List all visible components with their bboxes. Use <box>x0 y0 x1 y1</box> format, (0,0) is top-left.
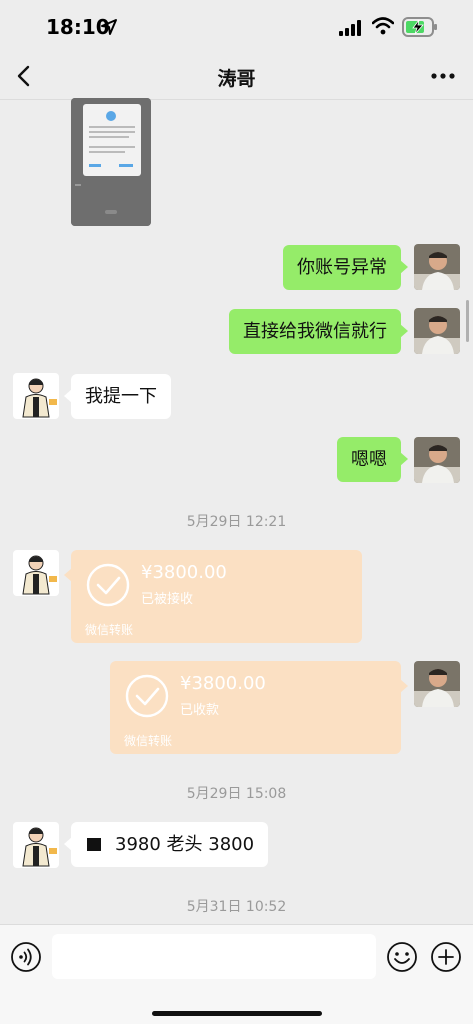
avatar-contact[interactable] <box>13 373 59 419</box>
avatar-cartoon-icon <box>13 373 59 419</box>
screenshot-thumbnail <box>71 98 151 226</box>
message-text: 3980 老头 3800 <box>115 834 255 855</box>
emoji-icon[interactable] <box>386 941 418 973</box>
transfer-status: 已收款 <box>180 703 220 718</box>
avatar-self[interactable] <box>414 437 460 483</box>
avatar-photo-icon <box>414 244 460 290</box>
chat-title: 涛哥 <box>217 68 256 90</box>
redaction-mark <box>87 838 101 851</box>
transfer-amount: ¥3800.00 <box>180 673 266 694</box>
message-bubble-received[interactable]: 我提一下 <box>64 374 171 419</box>
transfer-card[interactable]: ¥3800.00 已被接收 微信转账 <box>64 550 362 643</box>
image-message[interactable] <box>71 98 151 226</box>
timestamp: 5月29日 12:21 <box>186 514 287 530</box>
transfer-status: 已被接收 <box>141 592 194 607</box>
avatar-contact[interactable] <box>13 550 59 596</box>
check-circle-icon <box>125 674 169 718</box>
timestamp: 5月29日 15:08 <box>186 786 287 802</box>
cellular-signal-icon <box>339 20 361 36</box>
message-bubble-sent[interactable]: 嗯嗯 <box>337 437 408 482</box>
status-bar: 18:10 <box>0 0 473 56</box>
message-bubble-sent[interactable]: 直接给我微信就行 <box>229 309 408 354</box>
transfer-amount: ¥3800.00 <box>141 562 227 583</box>
check-circle-icon <box>86 563 130 607</box>
battery-charging-icon <box>402 17 437 37</box>
transfer-label: 微信转账 <box>124 734 173 748</box>
avatar-cartoon-icon <box>13 822 59 868</box>
plus-icon[interactable] <box>430 941 462 973</box>
message-bubble-sent[interactable]: 你账号异常 <box>283 245 408 290</box>
nav-bar: 涛哥 <box>0 56 473 100</box>
voice-icon[interactable] <box>10 941 42 973</box>
avatar-photo-icon <box>414 308 460 354</box>
avatar-self[interactable] <box>414 661 460 707</box>
timestamp: 5月31日 10:52 <box>186 899 287 915</box>
message-input[interactable] <box>52 934 376 979</box>
transfer-card[interactable]: ¥3800.00 已收款 微信转账 <box>110 661 408 754</box>
avatar-photo-icon <box>414 437 460 483</box>
transfer-label: 微信转账 <box>85 623 134 637</box>
wifi-icon <box>372 17 394 35</box>
avatar-self[interactable] <box>414 308 460 354</box>
input-bar <box>0 924 473 1024</box>
avatar-contact[interactable] <box>13 822 59 868</box>
avatar-cartoon-icon <box>13 550 59 596</box>
more-dots-icon[interactable] <box>430 68 456 84</box>
avatar-self[interactable] <box>414 244 460 290</box>
scrollbar-thumb[interactable] <box>466 300 469 342</box>
home-indicator <box>152 1011 322 1016</box>
message-bubble-received[interactable]: 3980 老头 3800 <box>63 822 269 867</box>
avatar-photo-icon <box>414 661 460 707</box>
location-arrow-icon <box>101 19 117 35</box>
